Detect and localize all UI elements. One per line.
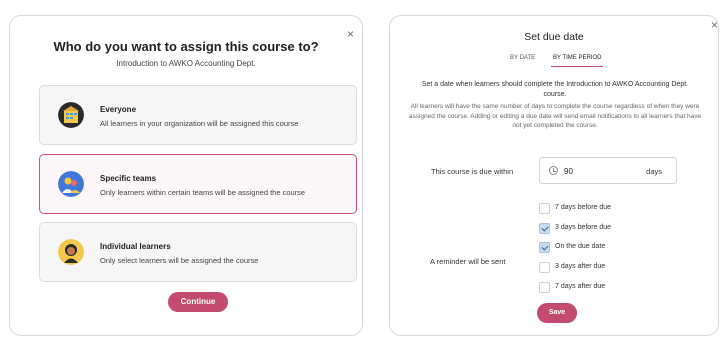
tab-bar: BY DATE BY TIME PERIOD: [390, 55, 718, 71]
checkbox[interactable]: [539, 223, 550, 234]
option-title: Individual learners: [100, 242, 171, 251]
dialog-title: Who do you want to assign this course to…: [53, 39, 319, 54]
due-days-unit: days: [646, 167, 662, 176]
dialog-title: Set due date: [524, 31, 584, 43]
reminder-label: A reminder will be sent: [430, 257, 506, 266]
dialog-subtitle: Introduction to AWKO Accounting Dept.: [116, 59, 256, 68]
due-days-value: 90: [564, 167, 573, 176]
tab-by-time-period[interactable]: BY TIME PERIOD: [551, 55, 604, 67]
checkbox-label: 3 days before due: [555, 224, 612, 231]
checkbox-label: 3 days after due: [555, 263, 606, 270]
due-days-input[interactable]: 90 days: [539, 157, 677, 184]
checkbox-label: 7 days after due: [555, 283, 606, 290]
continue-button[interactable]: Continue: [168, 292, 228, 312]
checkbox-label: 7 days before due: [555, 204, 612, 211]
option-title: Everyone: [100, 105, 137, 114]
checkbox[interactable]: [539, 242, 550, 253]
option-description: All learners in your organization will b…: [100, 119, 299, 128]
due-within-label: This course is due within: [431, 167, 514, 176]
due-date-note: All learners will have the same number o…: [408, 103, 702, 129]
checkbox[interactable]: [539, 262, 550, 273]
checkbox[interactable]: [539, 203, 550, 214]
tab-by-date[interactable]: BY DATE: [510, 55, 535, 66]
option-everyone[interactable]: Everyone All learners in your organizati…: [39, 85, 357, 145]
set-due-date-dialog: × Set due date BY DATE BY TIME PERIOD Se…: [389, 15, 719, 336]
person-icon: [58, 239, 84, 265]
assign-course-dialog: × Who do you want to assign this course …: [9, 15, 363, 336]
checkbox-label: On the due date: [555, 243, 606, 250]
clock-icon: [549, 166, 558, 175]
option-title: Specific teams: [100, 174, 157, 183]
option-description: Only select learners will be assigned th…: [100, 256, 259, 265]
option-specific-teams[interactable]: Specific teams Only learners within cert…: [39, 154, 357, 214]
due-date-description: Set a date when learners should complete…: [421, 81, 689, 98]
save-button[interactable]: Save: [537, 303, 577, 323]
building-icon: [58, 102, 84, 128]
close-icon[interactable]: ×: [711, 19, 718, 31]
team-icon: [58, 171, 84, 197]
option-description: Only learners within certain teams will …: [100, 188, 306, 197]
option-individual-learners[interactable]: Individual learners Only select learners…: [39, 222, 357, 282]
checkbox[interactable]: [539, 282, 550, 293]
